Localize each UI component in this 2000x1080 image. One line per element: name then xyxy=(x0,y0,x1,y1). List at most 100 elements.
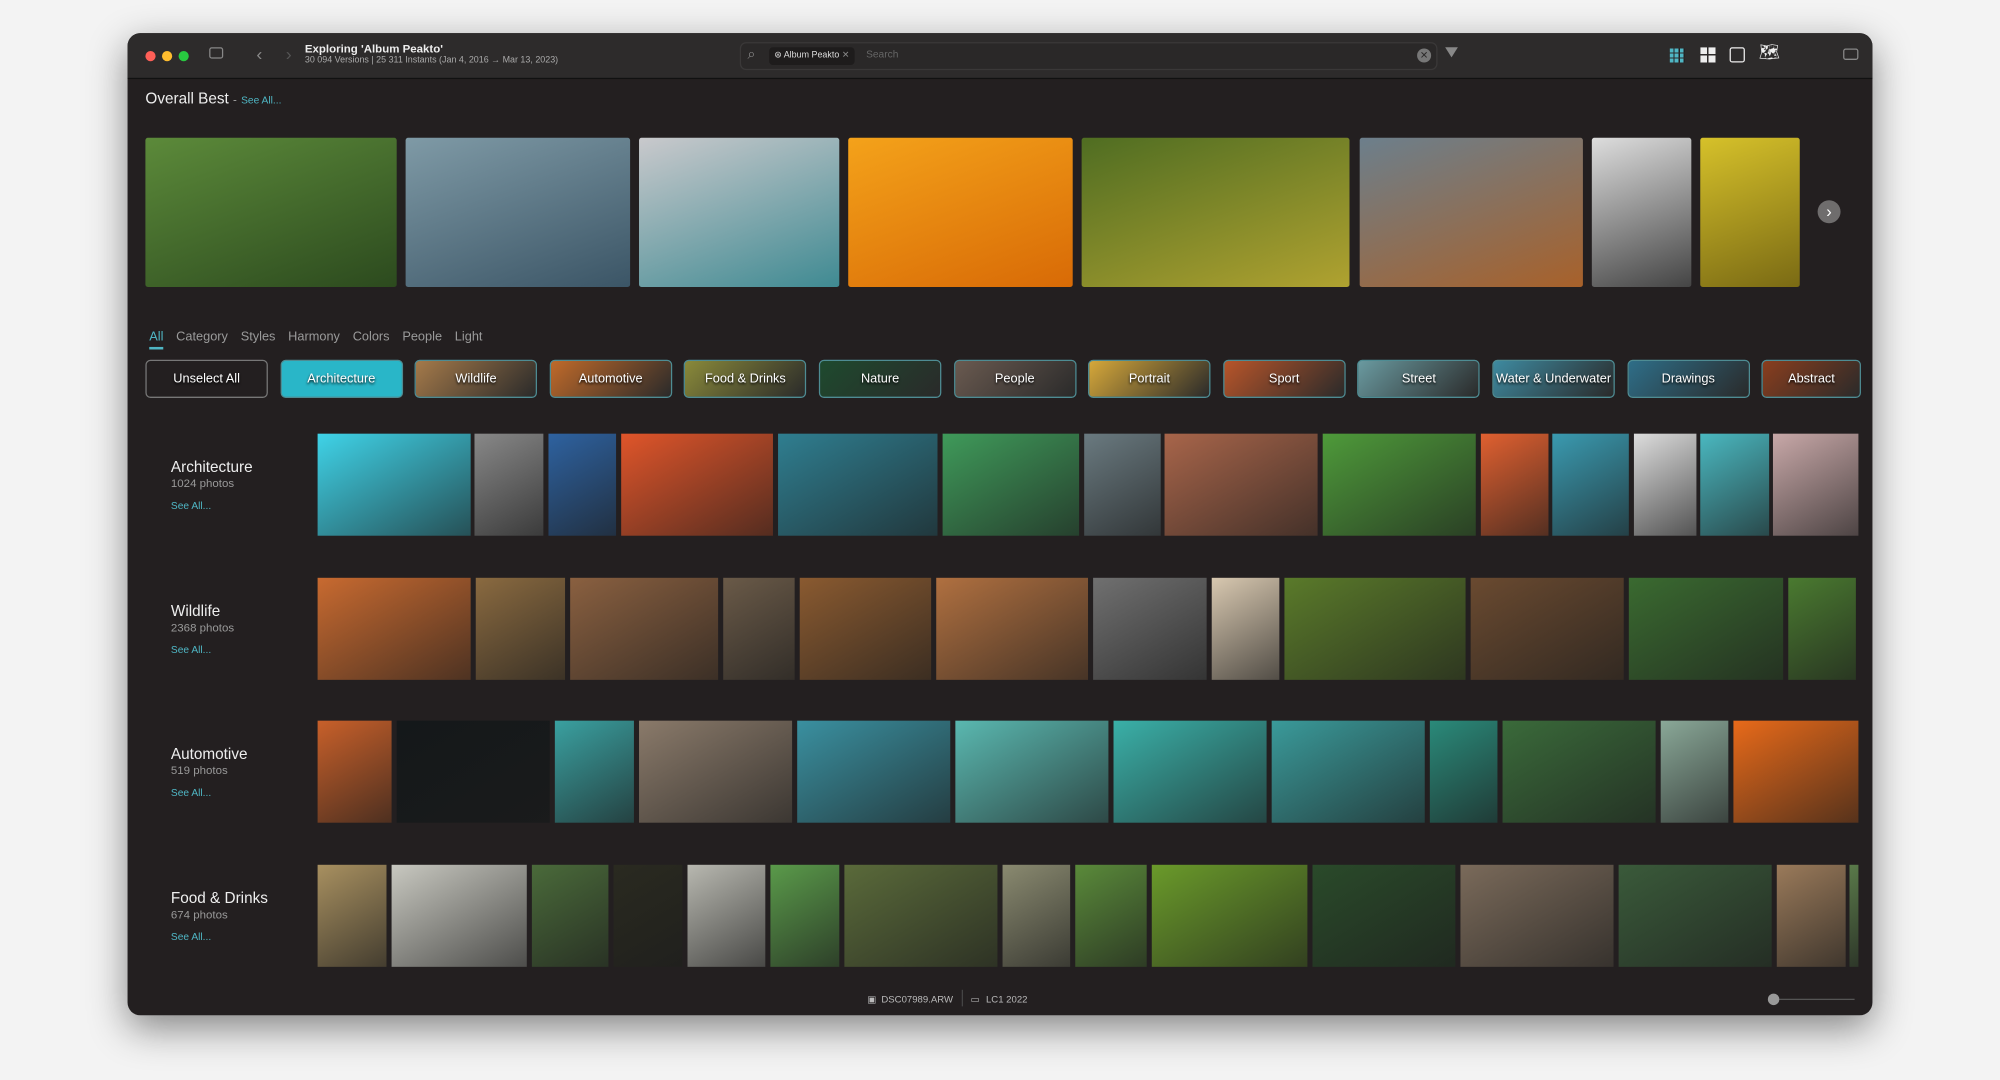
section-photo[interactable] xyxy=(844,864,998,967)
chip-nature[interactable]: Nature xyxy=(818,359,942,398)
section-photo[interactable] xyxy=(396,720,550,823)
section-photo[interactable] xyxy=(936,577,1089,680)
section-photo[interactable] xyxy=(1113,720,1267,823)
filter-icon[interactable] xyxy=(1445,47,1458,58)
section-photo[interactable] xyxy=(778,433,938,536)
close-button[interactable] xyxy=(145,51,156,62)
zoom-button[interactable] xyxy=(178,51,189,62)
section-photo[interactable] xyxy=(1660,720,1729,823)
overall-photo[interactable] xyxy=(1081,137,1350,287)
section-photo[interactable] xyxy=(570,577,719,680)
map-view-icon[interactable]: 🗺 xyxy=(1759,43,1780,60)
zoom-slider-thumb[interactable] xyxy=(1767,993,1780,1006)
section-photo[interactable] xyxy=(1322,433,1476,536)
chip-people[interactable]: People xyxy=(953,359,1077,398)
section-photo[interactable] xyxy=(1002,864,1071,967)
overall-photo[interactable] xyxy=(848,137,1073,287)
section-photo[interactable] xyxy=(531,864,609,967)
section-photo[interactable] xyxy=(548,433,617,536)
overall-photo[interactable] xyxy=(145,137,397,287)
section-see-all-link[interactable]: See All... xyxy=(171,643,234,654)
section-photo[interactable] xyxy=(1618,864,1772,967)
section-see-all-link[interactable]: See All... xyxy=(171,500,253,511)
section-photo[interactable] xyxy=(1788,577,1856,680)
tab-colors[interactable]: Colors xyxy=(353,330,390,344)
section-photo[interactable] xyxy=(1211,577,1280,680)
section-photo[interactable] xyxy=(1151,864,1308,967)
chip-abstract[interactable]: Abstract xyxy=(1761,359,1862,398)
chip-street[interactable]: Street xyxy=(1357,359,1481,398)
section-photo[interactable] xyxy=(1470,577,1624,680)
section-photo[interactable] xyxy=(554,720,634,823)
section-photo[interactable] xyxy=(474,433,544,536)
section-photo[interactable] xyxy=(639,720,793,823)
overall-photo[interactable] xyxy=(1591,137,1692,287)
tab-all[interactable]: All xyxy=(149,330,164,350)
zoom-slider-track[interactable] xyxy=(1772,998,1855,1000)
section-photo[interactable] xyxy=(475,577,566,680)
section-photo[interactable] xyxy=(955,720,1109,823)
chip-portrait[interactable]: Portrait xyxy=(1088,359,1211,398)
clear-search-icon[interactable]: ✕ xyxy=(1417,48,1432,63)
chip-food-drinks[interactable]: Food & Drinks xyxy=(684,359,807,398)
section-photo[interactable] xyxy=(723,577,795,680)
section-photo[interactable] xyxy=(1312,864,1456,967)
section-photo[interactable] xyxy=(1284,577,1466,680)
section-photo[interactable] xyxy=(317,433,471,536)
section-photo[interactable] xyxy=(1429,720,1498,823)
section-photo[interactable] xyxy=(1271,720,1425,823)
tab-light[interactable]: Light xyxy=(455,330,483,344)
section-photo[interactable] xyxy=(799,577,932,680)
overall-photo[interactable] xyxy=(639,137,840,287)
section-see-all-link[interactable]: See All... xyxy=(171,787,248,798)
section-photo[interactable] xyxy=(1084,433,1161,536)
chip-water-underwater[interactable]: Water & Underwater xyxy=(1492,359,1615,398)
section-see-all-link[interactable]: See All... xyxy=(171,930,268,941)
overall-see-all-link[interactable]: See All... xyxy=(241,94,281,105)
grid-large-view-icon[interactable] xyxy=(1700,47,1716,63)
tab-styles[interactable]: Styles xyxy=(241,330,276,344)
section-photo[interactable] xyxy=(1700,433,1770,536)
current-folder[interactable]: LC1 2022 xyxy=(986,994,1027,1005)
section-photo[interactable] xyxy=(613,864,683,967)
section-photo[interactable] xyxy=(687,864,766,967)
section-photo[interactable] xyxy=(621,433,773,536)
section-photo[interactable] xyxy=(317,577,471,680)
section-photo[interactable] xyxy=(317,720,392,823)
section-photo[interactable] xyxy=(1628,577,1784,680)
section-photo[interactable] xyxy=(942,433,1080,536)
section-photo[interactable] xyxy=(1164,433,1318,536)
overall-photo[interactable] xyxy=(1700,137,1800,287)
chip-sport[interactable]: Sport xyxy=(1222,359,1346,398)
section-photo[interactable] xyxy=(770,864,840,967)
chip-wildlife[interactable]: Wildlife xyxy=(414,359,538,398)
section-photo[interactable] xyxy=(1460,864,1614,967)
tab-people[interactable]: People xyxy=(402,330,442,344)
section-photo[interactable] xyxy=(1075,864,1147,967)
section-photo[interactable] xyxy=(1480,433,1549,536)
chip-automotive[interactable]: Automotive xyxy=(549,359,672,398)
remove-token-icon[interactable]: ✕ xyxy=(842,51,849,60)
tab-category[interactable]: Category xyxy=(176,330,228,344)
section-photo[interactable] xyxy=(1633,433,1697,536)
next-arrow-icon[interactable]: › xyxy=(1817,200,1841,224)
overall-photo[interactable] xyxy=(405,137,631,287)
forward-icon[interactable]: › xyxy=(286,45,292,63)
section-photo[interactable] xyxy=(797,720,951,823)
section-photo[interactable] xyxy=(1093,577,1207,680)
back-icon[interactable]: ‹ xyxy=(256,45,262,63)
section-photo[interactable] xyxy=(1776,864,1846,967)
section-photo[interactable] xyxy=(391,864,527,967)
minimize-button[interactable] xyxy=(161,51,173,62)
section-photo[interactable] xyxy=(1502,720,1656,823)
chip-drawings[interactable]: Drawings xyxy=(1627,359,1750,398)
section-photo[interactable] xyxy=(1772,433,1859,536)
section-photo[interactable] xyxy=(317,864,387,967)
single-view-icon[interactable] xyxy=(1729,47,1745,63)
section-photo[interactable] xyxy=(1849,864,1859,967)
section-photo[interactable] xyxy=(1552,433,1629,536)
unselect-all-button[interactable]: Unselect All xyxy=(145,359,268,398)
search-token[interactable]: ⊛ Album Peakto ✕ xyxy=(769,47,855,66)
inspector-toggle-icon[interactable] xyxy=(1843,48,1859,60)
overall-photo[interactable] xyxy=(1359,137,1583,287)
